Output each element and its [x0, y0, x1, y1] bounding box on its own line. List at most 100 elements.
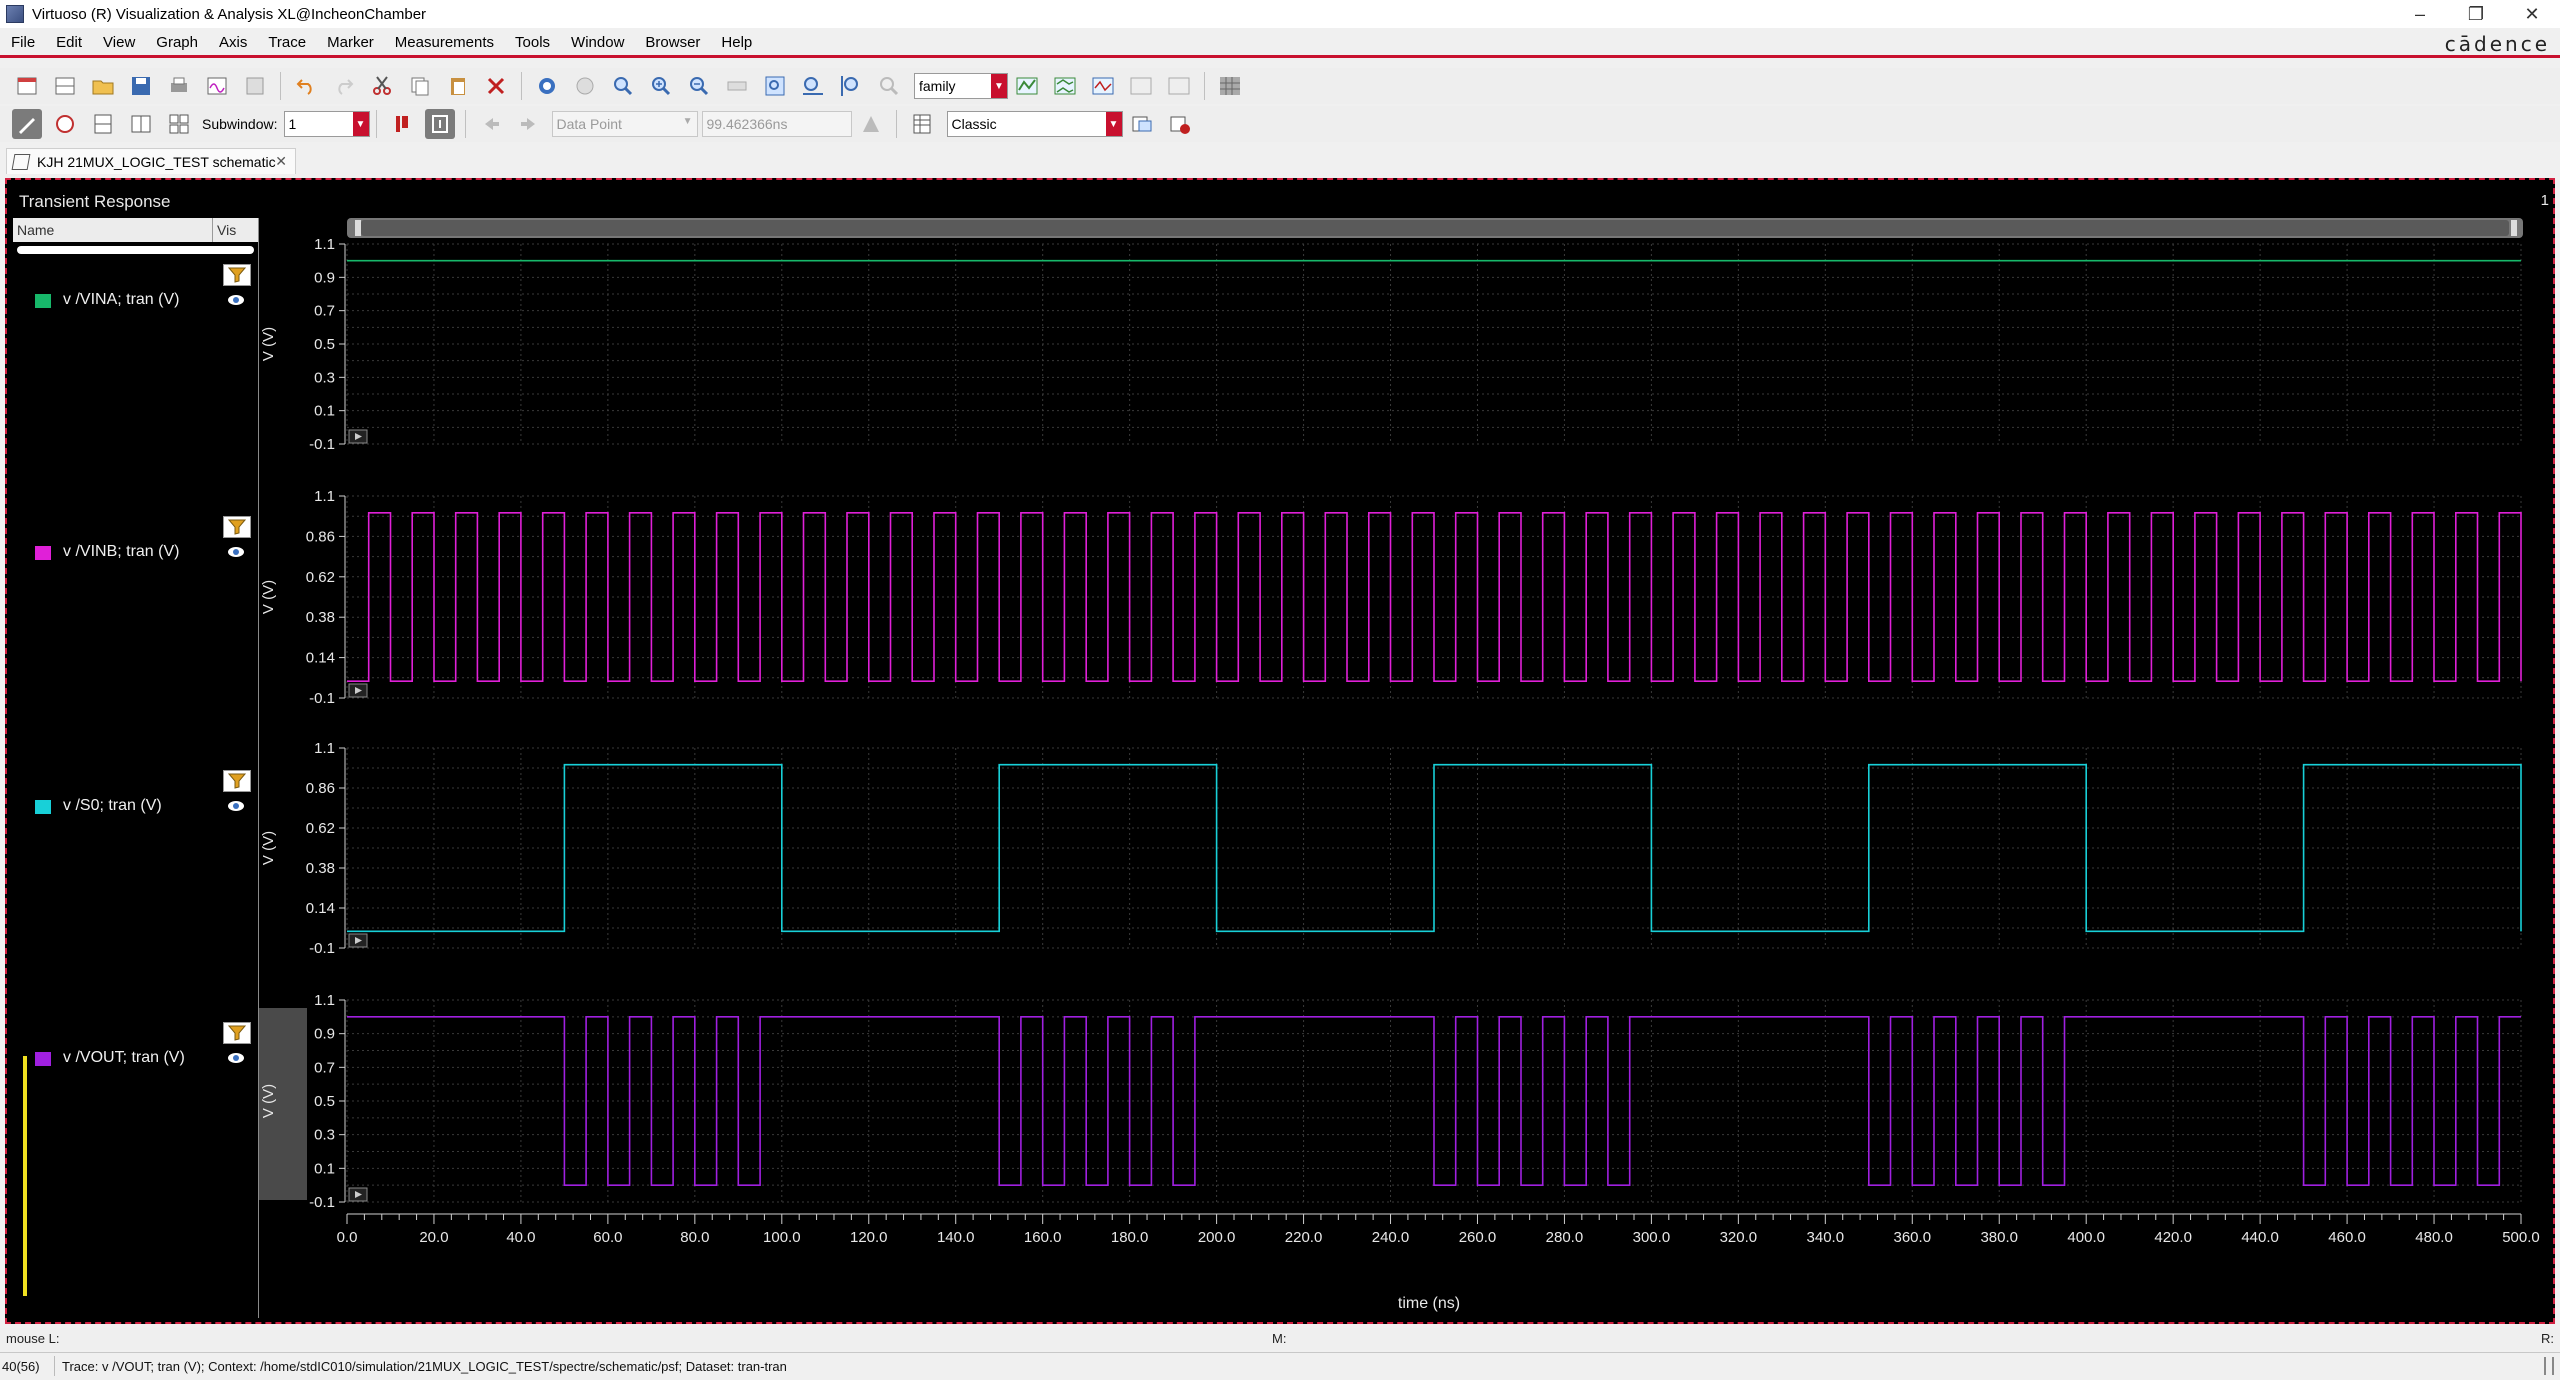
legend-header-name[interactable]: Name — [13, 218, 213, 242]
menu-axis[interactable]: Axis — [208, 34, 257, 51]
legend-scrollbar[interactable] — [17, 246, 254, 254]
chevron-down-icon[interactable]: ▼ — [683, 116, 693, 127]
new-subwindow-icon[interactable] — [50, 71, 80, 101]
legend-row-vout[interactable]: v /VOUT; tran (V) — [13, 1046, 259, 1072]
filter-icon[interactable] — [223, 264, 251, 286]
reset-style-icon[interactable] — [1165, 109, 1195, 139]
y-tick-label: 0.14 — [306, 650, 335, 667]
y-tick-label: -0.1 — [309, 690, 335, 707]
marker-type-select[interactable]: Data Point ▼ — [551, 111, 698, 137]
family-select[interactable]: family ▼ — [914, 73, 1008, 99]
subwindow-select[interactable]: 1 ▼ — [283, 111, 370, 137]
menu-file[interactable]: File — [0, 34, 45, 51]
copy-icon[interactable] — [405, 71, 435, 101]
split-traces-icon[interactable] — [1088, 71, 1118, 101]
cut-icon[interactable] — [367, 71, 397, 101]
x-tick-label: 160.0 — [1024, 1229, 1062, 1246]
x-tick-label: 180.0 — [1111, 1229, 1149, 1246]
zoom-in-icon[interactable] — [646, 71, 676, 101]
print-icon[interactable] — [164, 71, 194, 101]
legend-header-vis[interactable]: Vis — [213, 222, 236, 238]
waveform-trace — [347, 1015, 2522, 1186]
calculator-icon[interactable] — [202, 71, 232, 101]
y-axis-label: V (V) — [260, 580, 277, 614]
plot-strips: 1.1 0.9 0.7 0.5 0.3 0.1 -0.1 V (V) 1.1 0.86 0.62 0.… — [259, 218, 2523, 1211]
chevron-down-icon[interactable]: ▼ — [352, 112, 369, 136]
open-folder-icon[interactable] — [88, 71, 118, 101]
y-tick-label: -0.1 — [309, 436, 335, 453]
style-select[interactable]: Classic ▼ — [946, 111, 1123, 137]
restore-button[interactable]: ❐ — [2448, 0, 2504, 28]
menu-browser[interactable]: Browser — [634, 34, 710, 51]
rectangular-layout-icon[interactable] — [88, 109, 118, 139]
save-icon[interactable] — [126, 71, 156, 101]
plot-window[interactable]: Transient Response 1 Name Vis v /VINA; t… — [5, 178, 2555, 1324]
chevron-down-icon[interactable]: ▼ — [991, 74, 1007, 98]
menu-marker[interactable]: Marker — [316, 34, 384, 51]
zoom-disabled-icon[interactable] — [874, 71, 904, 101]
menu-view[interactable]: View — [92, 34, 145, 51]
new-window-icon[interactable] — [12, 71, 42, 101]
legend-row-s0[interactable]: v /S0; tran (V) — [13, 794, 259, 820]
export-icon[interactable] — [240, 71, 270, 101]
strip-chart-icon[interactable] — [50, 109, 80, 139]
table-icon[interactable] — [907, 109, 937, 139]
apply-style-icon[interactable] — [1127, 109, 1157, 139]
eye-icon[interactable] — [227, 1050, 245, 1066]
toolbar-separator — [464, 110, 466, 138]
minimize-button[interactable]: – — [2392, 0, 2448, 28]
chevron-down-icon[interactable]: ▼ — [1105, 112, 1122, 136]
marker-icon[interactable] — [532, 71, 562, 101]
paste-icon[interactable] — [443, 71, 473, 101]
filter-icon[interactable] — [223, 770, 251, 792]
eye-icon[interactable] — [227, 292, 245, 308]
undo-icon[interactable] — [291, 71, 321, 101]
zoom-x-icon[interactable] — [722, 71, 752, 101]
command-count: 40(56) — [2, 1359, 40, 1374]
info-icon[interactable] — [424, 109, 455, 139]
next-icon[interactable] — [514, 109, 544, 139]
redo-icon[interactable] — [329, 71, 359, 101]
close-button[interactable]: ✕ — [2504, 0, 2560, 28]
zoom-x-axis-icon[interactable] — [798, 71, 828, 101]
filter-icon[interactable] — [223, 516, 251, 538]
previous-icon[interactable] — [476, 109, 506, 139]
window-title: Virtuoso (R) Visualization & Analysis XL… — [32, 5, 427, 23]
grid-layout-icon[interactable] — [164, 109, 194, 139]
zoom-y-axis-icon[interactable] — [836, 71, 866, 101]
bookmark-icon[interactable] — [387, 109, 417, 139]
stack-traces-icon[interactable] — [1050, 71, 1080, 101]
menu-window[interactable]: Window — [560, 34, 634, 51]
zoom-icon[interactable] — [608, 71, 638, 101]
filter-icon[interactable] — [223, 1022, 251, 1044]
menu-measurements[interactable]: Measurements — [384, 34, 504, 51]
menu-edit[interactable]: Edit — [45, 34, 92, 51]
legend-row-vina[interactable]: v /VINA; tran (V) — [13, 288, 259, 314]
eye-icon[interactable] — [227, 544, 245, 560]
zoom-out-icon[interactable] — [684, 71, 714, 101]
overlay-traces-icon[interactable] — [1012, 71, 1042, 101]
vertical-layout-icon[interactable] — [126, 109, 156, 139]
zoom-fit-icon[interactable] — [760, 71, 790, 101]
resize-grip[interactable] — [2544, 1357, 2554, 1375]
tab-close-icon[interactable]: ✕ — [275, 153, 287, 170]
menu-help[interactable]: Help — [710, 34, 762, 51]
waveform-plots[interactable]: 1.1 0.9 0.7 0.5 0.3 0.1 -0.1 V (V) 1.1 0.86 0.62 0.… — [259, 214, 2549, 1320]
marker-off-icon[interactable] — [570, 71, 600, 101]
y-tick-label: 1.1 — [314, 992, 335, 1009]
delete-icon[interactable] — [481, 71, 511, 101]
y-tick-label: 1.1 — [314, 740, 335, 757]
marker-value-input[interactable]: 99.462366ns — [701, 111, 852, 137]
eye-icon[interactable] — [227, 798, 245, 814]
x-axis: 0.0 20.0 40.0 60.0 80.0 100.0 120.0 140.0 160.0 1… — [337, 1213, 2540, 1246]
grid-toggle-icon[interactable] — [1215, 71, 1245, 101]
legend-row-vinb[interactable]: v /VINB; tran (V) — [13, 540, 259, 566]
menu-graph[interactable]: Graph — [145, 34, 208, 51]
compare-traces-icon[interactable] — [1164, 71, 1194, 101]
select-tool-icon[interactable] — [12, 109, 42, 139]
fit-traces-icon[interactable] — [1126, 71, 1156, 101]
marker-place-icon[interactable] — [856, 109, 886, 139]
tab-schematic[interactable]: KJH 21MUX_LOGIC_TEST schematic ✕ — [6, 148, 296, 174]
menu-tools[interactable]: Tools — [504, 34, 560, 51]
menu-trace[interactable]: Trace — [257, 34, 316, 51]
